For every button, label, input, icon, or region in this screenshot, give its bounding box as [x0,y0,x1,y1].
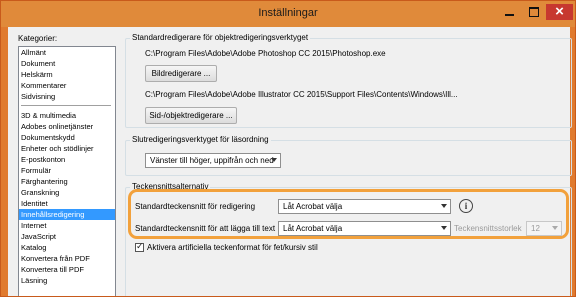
category-item[interactable]: Internet [19,220,115,231]
category-item[interactable]: Kommentarer [19,80,115,91]
reading-order-group: Slutredigeringsverktyget för läsordning … [125,135,572,176]
minimize-button[interactable] [497,4,522,20]
edit-font-label: Standardteckensnitt för redigering [135,202,256,211]
dialog-content: Kategorier: Allmänt Dokument Helskärm Komme… [8,27,572,296]
category-item[interactable]: E-postkonton [19,154,115,165]
chevron-down-icon [441,226,447,230]
category-item[interactable]: Formulär [19,165,115,176]
category-item[interactable]: Färghantering [19,176,115,187]
artificial-styles-label: Aktivera artificiella teckenformat för f… [147,243,318,252]
category-item[interactable]: Helskärm [19,69,115,80]
category-item[interactable]: Konvertera från PDF [19,253,115,264]
category-item[interactable]: Enheter och stödlinjer [19,143,115,154]
category-item[interactable]: Läsning [19,275,115,286]
category-item[interactable]: JavaScript [19,231,115,242]
category-item[interactable]: Dokumentskydd [19,132,115,143]
category-item[interactable]: Sidvisning [19,91,115,102]
categories-list[interactable]: Allmänt Dokument Helskärm Kommentarer Sidvis… [18,46,116,296]
add-text-font-dropdown[interactable]: Låt Acrobat välja [278,221,451,236]
category-item[interactable]: Adobes onlinetjänster [19,121,115,132]
font-size-value: 12 [531,224,540,233]
window-title: Inställningar [258,7,318,19]
category-item[interactable]: Konvertera till PDF [19,264,115,275]
image-editor-button[interactable]: Bildredigerare ... [145,65,217,82]
chevron-down-icon [552,226,558,230]
info-icon[interactable]: i [459,199,473,213]
chevron-down-icon [271,158,277,162]
reading-order-group-title: Slutredigeringsverktyget för läsordning [130,135,271,144]
font-size-label: Teckensnittsstorlek [454,224,522,233]
object-editors-group-title: Standardredigerare för objektredigerings… [130,33,311,42]
list-separator [21,105,111,106]
category-item[interactable]: Innehållsredigering [19,209,115,220]
close-button[interactable] [546,3,573,20]
page-object-editor-button[interactable]: Sid-/objektredigerare ... [145,107,237,124]
edit-font-dropdown[interactable]: Låt Acrobat välja [278,199,451,214]
page-editor-path: C:\Program Files\Adobe\Adobe Illustrator… [145,90,458,99]
chevron-down-icon [441,204,447,208]
category-item[interactable]: Granskning [19,187,115,198]
category-item[interactable]: Katalog [19,242,115,253]
add-text-font-label: Standardteckensnitt för att lägga till t… [135,224,276,233]
category-item[interactable]: Identitet [19,198,115,209]
category-item[interactable]: 3D & multimedia [19,110,115,121]
title-bar[interactable]: Inställningar [1,1,575,27]
reading-order-value: Vänster till höger, uppifrån och ned [150,156,274,165]
add-text-font-value: Låt Acrobat välja [283,224,343,233]
image-editor-path: C:\Program Files\Adobe\Adobe Photoshop C… [145,49,386,58]
object-editors-group: Standardredigerare för objektredigerings… [125,33,572,128]
category-item[interactable]: Dokument [19,58,115,69]
preferences-window: Inställningar Kategorier: AllmäntDokumen… [0,0,576,297]
artificial-styles-checkbox[interactable] [135,241,144,252]
category-item[interactable]: Allmänt [19,47,115,58]
categories-label: Kategorier: [18,34,58,43]
edit-font-value: Låt Acrobat välja [283,202,343,211]
maximize-button[interactable] [522,4,546,20]
font-size-dropdown[interactable]: 12 [526,221,562,236]
reading-order-dropdown[interactable]: Vänster till höger, uppifrån och ned [145,153,281,168]
